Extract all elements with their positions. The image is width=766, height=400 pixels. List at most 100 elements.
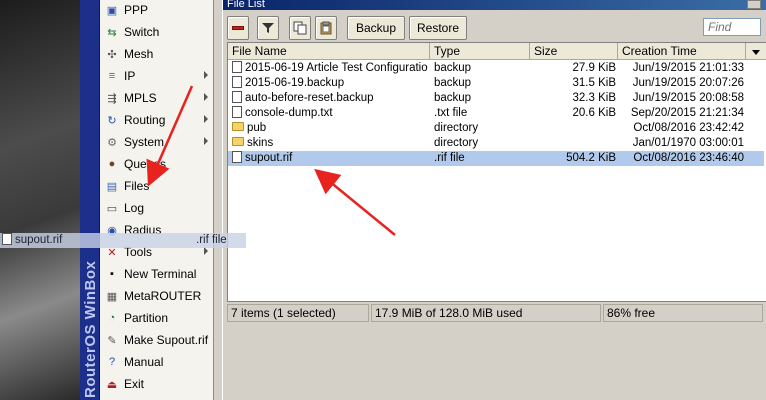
- file-icon: [232, 106, 242, 118]
- sidebar-divider: [214, 0, 222, 400]
- cell-type: backup: [434, 62, 472, 74]
- sidebar-item-mpls[interactable]: ⇶ MPLS: [100, 87, 214, 109]
- filter-button[interactable]: [257, 16, 279, 40]
- files-icon: ▤: [106, 180, 118, 193]
- mpls-icon: ⇶: [107, 92, 117, 105]
- sidebar-item-ip[interactable]: ≡ IP: [100, 65, 214, 87]
- cell-size: 27.9 KiB: [572, 62, 616, 74]
- window-title: File List: [227, 0, 265, 10]
- sidebar-item-new-terminal[interactable]: ▪ New Terminal: [100, 263, 214, 285]
- sidebar-item-manual[interactable]: ? Manual: [100, 351, 214, 373]
- cell-type: .txt file: [434, 107, 468, 119]
- table-row[interactable]: 2015-06-19.backup backup 31.5 KiB Jun/19/20…: [228, 76, 764, 91]
- sidebar-item-system[interactable]: ⚙ System: [100, 131, 214, 153]
- minus-icon: [232, 26, 244, 30]
- window-title-bar[interactable]: File List: [223, 0, 766, 10]
- table-row[interactable]: console-dump.txt .txt file 20.6 KiB Sep/20/…: [228, 106, 764, 121]
- metarouter-icon: ▦: [106, 290, 118, 303]
- drag-ghost-type: .rif file: [196, 234, 227, 246]
- cell-size: 32.3 KiB: [572, 92, 616, 104]
- cell-time: Jun/19/2015 20:07:26: [632, 77, 744, 89]
- chevron-right-icon: [204, 71, 208, 79]
- sidebar-item-label: IP: [124, 69, 136, 83]
- table-row[interactable]: 2015-06-19 Article Test Configuratio... b…: [228, 61, 764, 76]
- sidebar-item-label: Manual: [124, 355, 164, 369]
- copy-button[interactable]: [289, 16, 311, 40]
- cell-type: directory: [434, 122, 479, 134]
- log-icon: ▭: [106, 202, 118, 215]
- column-type[interactable]: Type: [430, 43, 530, 60]
- desktop-background: [0, 0, 80, 400]
- cell-time: Oct/08/2016 23:46:40: [633, 152, 744, 164]
- column-creation-time[interactable]: Creation Time: [618, 43, 746, 60]
- file-icon: [232, 61, 242, 73]
- sidebar-item-routing[interactable]: ↻ Routing: [100, 109, 214, 131]
- find-input[interactable]: [703, 18, 761, 36]
- column-file-name[interactable]: File Name: [228, 43, 430, 60]
- status-item-count: 7 items (1 selected): [227, 304, 369, 322]
- mesh-icon: ✣: [107, 48, 117, 61]
- file-table: File Name Type Size Creation Time 2015-0…: [227, 42, 766, 302]
- sidebar-item-label: Routing: [124, 113, 166, 127]
- status-disk-usage: 17.9 MiB of 128.0 MiB used: [371, 304, 601, 322]
- sidebar-item-files[interactable]: ▤ Files: [100, 175, 214, 197]
- sidebar-item-ppp[interactable]: ▣ PPP: [100, 0, 214, 21]
- cell-name: 2015-06-19 Article Test Configuratio...: [232, 61, 428, 76]
- cell-type: directory: [434, 137, 479, 149]
- queues-icon: ●: [108, 158, 116, 170]
- cell-time: Oct/08/2016 23:42:42: [633, 122, 744, 134]
- remove-button[interactable]: [227, 16, 249, 40]
- file-icon: [232, 91, 242, 103]
- cell-name: pub: [232, 121, 428, 136]
- window-close-button[interactable]: [747, 0, 761, 9]
- cell-name: auto-before-reset.backup: [232, 91, 428, 106]
- sidebar-item-label: Switch: [124, 25, 160, 39]
- sidebar-item-switch[interactable]: ⇆ Switch: [100, 21, 214, 43]
- folder-icon: [232, 122, 244, 132]
- sidebar-item-label: MPLS: [124, 91, 157, 105]
- backup-button[interactable]: Backup: [347, 16, 405, 40]
- sidebar-item-label: Mesh: [124, 47, 154, 61]
- table-row[interactable]: skins directory Jan/01/1970 03:00:01: [228, 136, 764, 151]
- sidebar-item-log[interactable]: ▭ Log: [100, 197, 214, 219]
- toolbar: Backup Restore: [223, 14, 766, 42]
- cell-size: [530, 121, 616, 136]
- sidebar-item-exit[interactable]: ⏏ Exit: [100, 373, 214, 395]
- chevron-right-icon: [204, 93, 208, 101]
- table-row[interactable]: supout.rif .rif file 504.2 KiB Oct/08/2016 …: [228, 151, 764, 166]
- system-icon: ⚙: [107, 136, 117, 149]
- cell-type: .rif file: [434, 152, 465, 164]
- sidebar-item-label: New Terminal: [124, 267, 197, 281]
- file-list-window: File List Backup Restore File Name Type …: [222, 0, 766, 400]
- sidebar-item-queues[interactable]: ● Queues: [100, 153, 214, 175]
- sidebar-item-make-supout-rif[interactable]: ✎ Make Supout.rif: [100, 329, 214, 351]
- manual-icon: ?: [108, 356, 116, 368]
- cell-time: Jun/19/2015 21:01:33: [632, 62, 744, 74]
- sidebar-item-label: PPP: [124, 3, 149, 17]
- table-row[interactable]: pub directory Oct/08/2016 23:42:42: [228, 121, 764, 136]
- cell-size: 504.2 KiB: [566, 152, 616, 164]
- column-size[interactable]: Size: [530, 43, 618, 60]
- column-menu-button[interactable]: [746, 43, 766, 60]
- file-icon: [232, 151, 242, 163]
- sidebar-item-label: Partition: [124, 311, 169, 325]
- cell-time: Jun/19/2015 20:08:58: [632, 92, 744, 104]
- table-row[interactable]: auto-before-reset.backup backup 32.3 KiB Ju…: [228, 91, 764, 106]
- chevron-right-icon: [204, 247, 208, 255]
- cell-name: 2015-06-19.backup: [232, 76, 428, 91]
- chevron-right-icon: [204, 115, 208, 123]
- restore-button[interactable]: Restore: [409, 16, 467, 40]
- cell-size: 31.5 KiB: [572, 77, 616, 89]
- sidebar-item-metarouter[interactable]: ▦ MetaROUTER: [100, 285, 214, 307]
- cell-size: [530, 136, 616, 151]
- cell-type: backup: [434, 92, 472, 104]
- sidebar-item-partition[interactable]: ◔ Partition: [100, 307, 214, 329]
- sidebar-item-mesh[interactable]: ✣ Mesh: [100, 43, 214, 65]
- cell-type: backup: [434, 77, 472, 89]
- cell-size: 20.6 KiB: [572, 107, 616, 119]
- sidebar-item-label: Files: [124, 179, 150, 193]
- cell-time: Jan/01/1970 03:00:01: [632, 137, 744, 149]
- paste-button[interactable]: [315, 16, 337, 40]
- status-bar: 7 items (1 selected) 17.9 MiB of 128.0 M…: [227, 304, 766, 322]
- sidebar-item-label: Queues: [124, 157, 167, 171]
